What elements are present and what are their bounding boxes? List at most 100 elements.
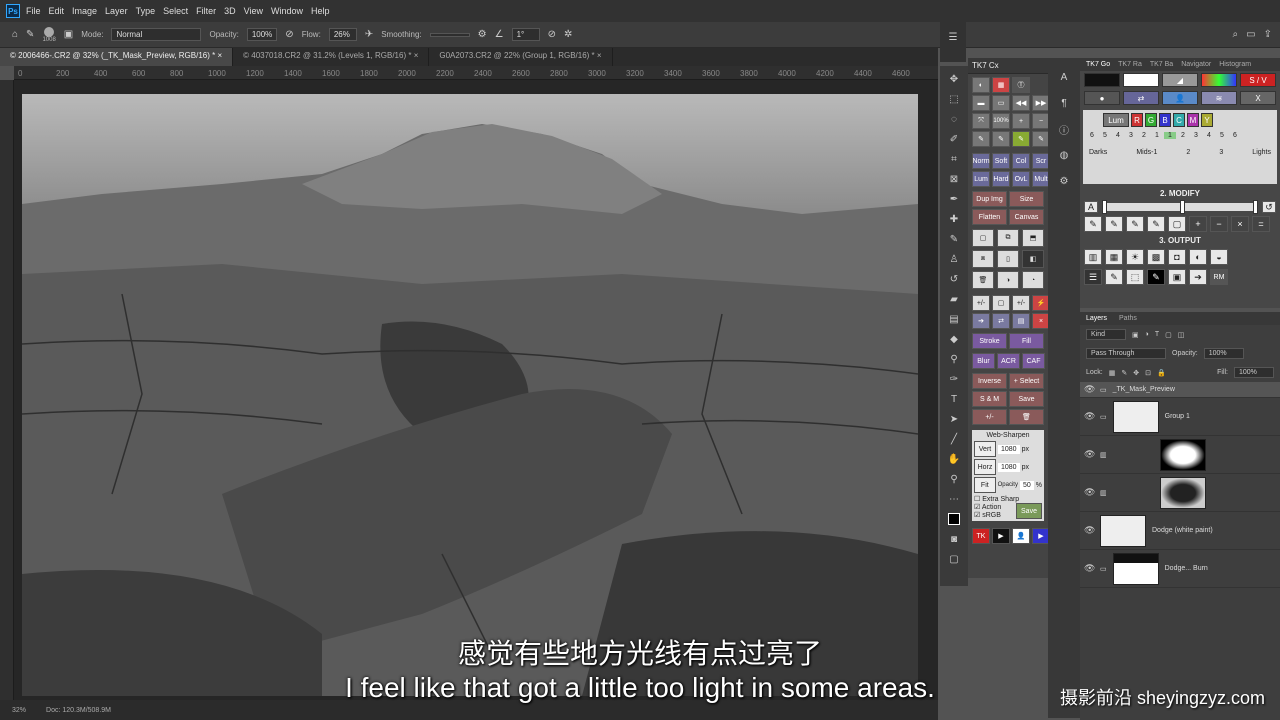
line-tool-icon[interactable]: ╱ <box>947 432 961 446</box>
layer-row[interactable]: 👁 ▭ Group 1 <box>1080 398 1280 436</box>
zoom-level[interactable]: 32% <box>12 707 26 714</box>
expand-icon[interactable]: ▤ <box>1012 313 1030 329</box>
filter-adjust-icon[interactable]: ◑ <box>1145 331 1149 338</box>
swatches-panel-icon[interactable]: ◍ <box>1057 148 1071 162</box>
quick-mask-icon[interactable]: ◙ <box>947 532 961 546</box>
menu-window[interactable]: Window <box>271 6 303 16</box>
color-icon[interactable] <box>1201 73 1237 87</box>
gradient-icon[interactable]: ◢ <box>1162 73 1198 87</box>
brush-icon[interactable]: ✎ <box>1012 131 1030 147</box>
close-icon[interactable]: × <box>597 51 602 60</box>
layer-copy-icon[interactable]: ⧉ <box>997 229 1019 247</box>
share-icon[interactable]: ⇪ <box>1264 29 1272 40</box>
tab-navigator[interactable]: Navigator <box>1181 61 1211 68</box>
home-icon[interactable]: ⌂ <box>12 29 18 40</box>
select-minus-icon[interactable]: +/- <box>1012 295 1030 311</box>
user-icon[interactable]: 👤 <box>1162 91 1198 105</box>
tab-layers[interactable]: Layers <box>1086 315 1107 322</box>
load-icon[interactable]: ➔ <box>1189 269 1207 285</box>
brush-icon[interactable]: ✎ <box>1126 216 1144 232</box>
filter-type-icon[interactable]: T <box>1155 331 1159 338</box>
trash-icon[interactable]: 🗑 <box>1009 409 1044 425</box>
canvas-area[interactable] <box>14 80 938 700</box>
layers-icon[interactable]: ≋ <box>1201 91 1237 105</box>
filter-image-icon[interactable]: ▣ <box>1132 331 1139 339</box>
blur-tool-icon[interactable]: ◆ <box>947 332 961 346</box>
extra-sharp-checkbox[interactable]: ☐ Extra Sharp <box>974 495 1042 503</box>
darks-zone-1[interactable]: 1 <box>1151 132 1163 139</box>
eye-icon[interactable]: 👁 <box>1084 487 1095 498</box>
inverse-button[interactable]: Inverse <box>972 373 1007 389</box>
info-panel-icon[interactable]: ⓘ <box>1057 122 1071 137</box>
layer-merge-icon[interactable]: ⧈ <box>972 250 994 268</box>
mask-icon[interactable]: ◒ <box>1210 249 1228 265</box>
a-icon[interactable]: A <box>1084 201 1098 213</box>
lum-button[interactable]: Lum <box>1103 113 1129 127</box>
dodge-tool-icon[interactable]: ⚲ <box>947 352 961 366</box>
user-icon[interactable]: 👤 <box>1012 528 1030 544</box>
channel-c-button[interactable]: C <box>1173 113 1185 127</box>
lights-zone-2[interactable]: 2 <box>1177 132 1189 139</box>
action-checkbox[interactable]: ☑ Action <box>974 503 1001 511</box>
pen-tool-icon[interactable]: ✑ <box>947 372 961 386</box>
history-brush-tool-icon[interactable]: ↺ <box>947 272 961 286</box>
brush-icon[interactable]: ✎ <box>992 131 1010 147</box>
menu-select[interactable]: Select <box>163 6 188 16</box>
menu-icon[interactable]: ☰ <box>1084 269 1102 285</box>
lights-zone-6[interactable]: 6 <box>1229 132 1241 139</box>
move-tool-icon[interactable]: ✥ <box>947 72 961 86</box>
layer-row[interactable]: 👁 ▥ <box>1080 436 1280 474</box>
black-swatch[interactable] <box>1084 73 1120 87</box>
delete-icon[interactable]: 🗑 <box>972 271 994 289</box>
tab-paths[interactable]: Paths <box>1119 315 1137 322</box>
more-tools-icon[interactable]: ⋯ <box>947 492 961 506</box>
darks-zone-6[interactable]: 6 <box>1086 132 1098 139</box>
brush-icon[interactable]: ✎ <box>1084 216 1102 232</box>
eye-icon[interactable]: 👁 <box>1084 384 1095 395</box>
darks-zone-2[interactable]: 2 <box>1138 132 1150 139</box>
equals-icon[interactable]: = <box>1252 216 1270 232</box>
lasso-tool-icon[interactable]: ◌ <box>947 112 961 126</box>
mids-label[interactable]: Mids-1 <box>1136 149 1157 156</box>
lock-position-icon[interactable]: ✥ <box>1133 369 1139 377</box>
kind-filter-select[interactable]: Kind <box>1086 329 1126 340</box>
mid-zone-3[interactable]: 3 <box>1219 149 1223 156</box>
symmetry-icon[interactable]: ✲ <box>564 29 572 40</box>
lights-zone-5[interactable]: 5 <box>1216 132 1228 139</box>
layer-row[interactable]: 👁 ▭ _TK_Mask_Preview <box>1080 382 1280 398</box>
plus-select-button[interactable]: + Select <box>1009 373 1044 389</box>
layer-lock-icon[interactable]: ▯ <box>997 250 1019 268</box>
size-button[interactable]: Size <box>1009 191 1044 207</box>
rewind-icon[interactable]: ◀◀ <box>1012 95 1030 111</box>
menu-layer[interactable]: Layer <box>105 6 128 16</box>
load-icon[interactable]: ➔ <box>972 313 990 329</box>
darks-zone-4[interactable]: 4 <box>1112 132 1124 139</box>
eye-icon[interactable]: 👁 <box>1084 449 1095 460</box>
levels-icon[interactable]: ▥ <box>1084 249 1102 265</box>
type-tool-icon[interactable]: T <box>947 392 961 406</box>
doc-tab-1[interactable]: © 2006466-.CR2 @ 32% (_TK_Mask_Preview, … <box>0 48 234 66</box>
doc-tab-2[interactable]: © 4037018.CR2 @ 31.2% (Levels 1, RGB/16)… <box>233 48 430 66</box>
brightness-icon[interactable]: ☀ <box>1126 249 1144 265</box>
color-swatch-icon[interactable] <box>947 512 961 526</box>
grid-icon[interactable]: ▩ <box>1147 249 1165 265</box>
plus-icon[interactable]: + <box>1189 216 1207 232</box>
flow-field[interactable]: 26% <box>328 28 357 41</box>
blend-soft-button[interactable]: Soft <box>992 153 1010 169</box>
brush-icon[interactable]: ✎ <box>1147 269 1165 285</box>
blend-norm-button[interactable]: Norm <box>972 153 990 169</box>
healing-tool-icon[interactable]: ✚ <box>947 212 961 226</box>
hand-tool-icon[interactable]: ✋ <box>947 452 961 466</box>
brush-icon[interactable]: ✎ <box>1105 216 1123 232</box>
stamp-tool-icon[interactable]: ♙ <box>947 252 961 266</box>
brush-icon[interactable]: ✎ <box>1105 269 1123 285</box>
close-icon[interactable]: × <box>414 51 419 60</box>
darks-zone-3[interactable]: 3 <box>1125 132 1137 139</box>
caf-button[interactable]: CAF <box>1022 353 1045 369</box>
swap-icon[interactable]: ⇄ <box>1123 91 1159 105</box>
image-icon[interactable]: ▣ <box>1168 269 1186 285</box>
properties-panel-icon[interactable]: ⚙ <box>1057 174 1071 188</box>
channel-m-button[interactable]: M <box>1187 113 1199 127</box>
menu-3d[interactable]: 3D <box>224 6 236 16</box>
plus-minus-icon[interactable]: +/- <box>972 409 1007 425</box>
